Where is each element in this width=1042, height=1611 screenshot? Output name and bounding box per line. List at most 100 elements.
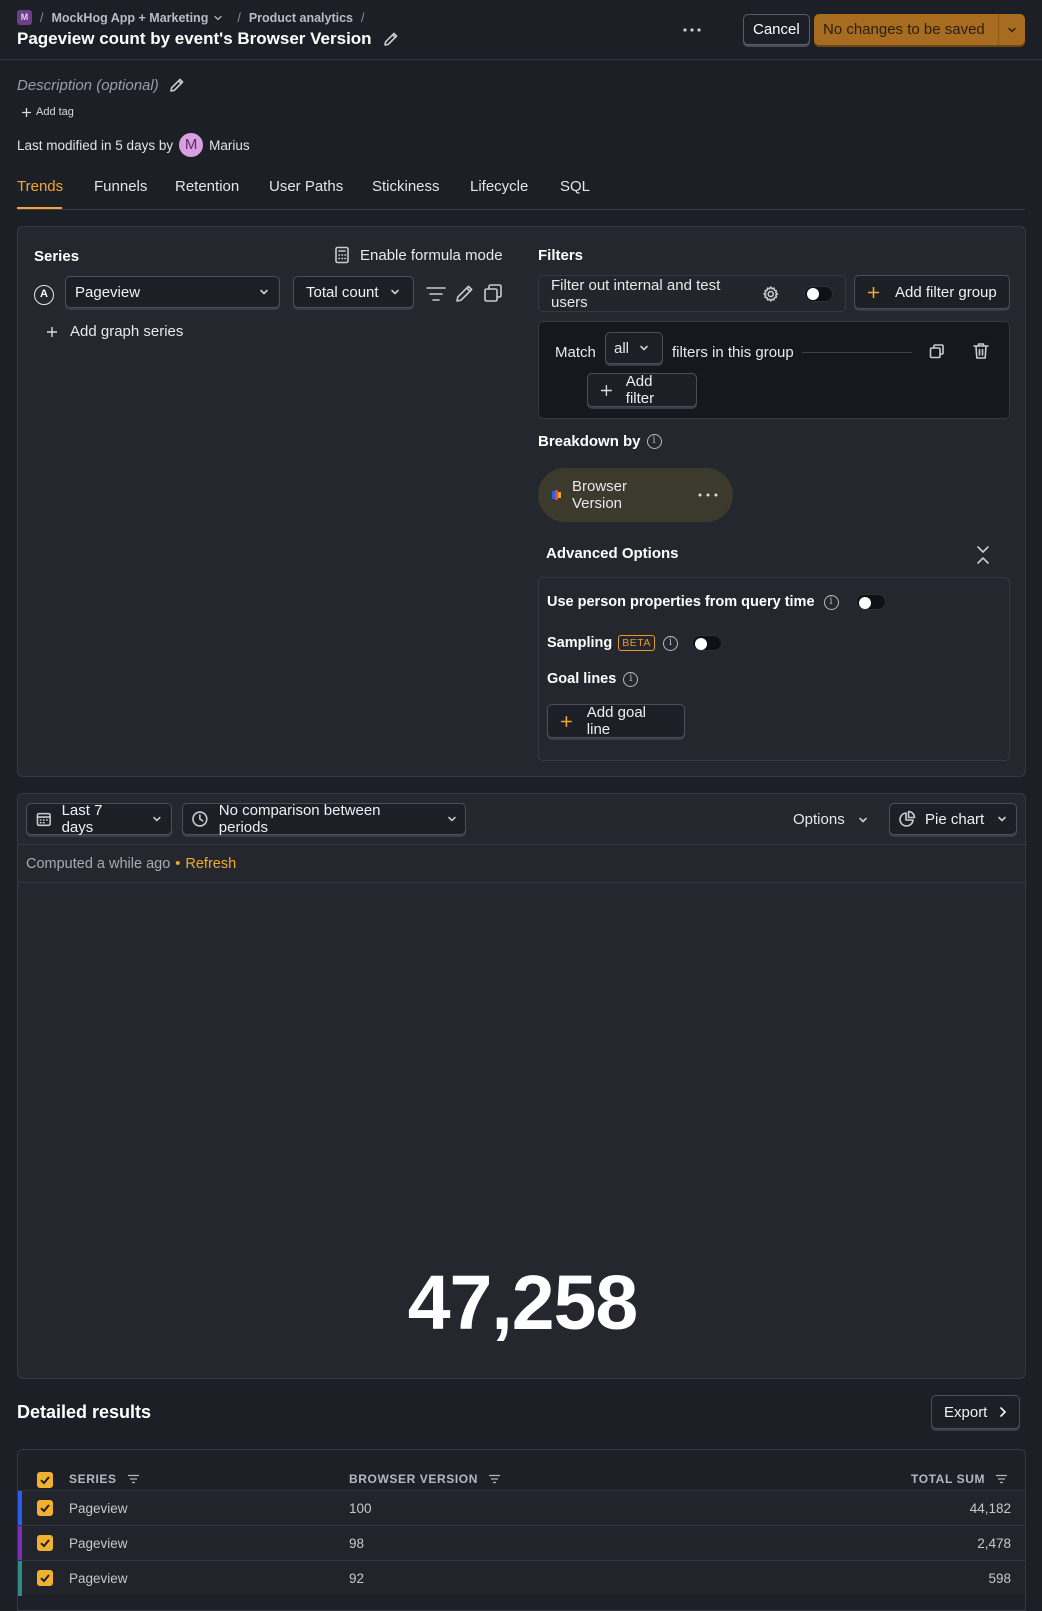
refresh-link[interactable]: Refresh (185, 856, 236, 872)
plus-icon (22, 107, 31, 117)
person-properties-option: Use person properties from query time i (547, 594, 886, 610)
info-icon[interactable]: i (662, 635, 678, 651)
row-checkbox[interactable] (37, 1570, 53, 1586)
insight-title[interactable]: Pageview count by event's Browser Versio… (17, 29, 372, 49)
chart-type-select[interactable]: Pie chart (889, 803, 1017, 835)
last-modified: Last modified in 5 days by M Marius (17, 133, 250, 157)
chevron-down-icon (1008, 27, 1016, 33)
match-select[interactable]: all (605, 332, 663, 364)
tab-retention[interactable]: Retention (175, 178, 239, 195)
add-tag-button[interactable]: Add tag (17, 103, 78, 121)
calculator-icon (335, 246, 349, 264)
save-button[interactable]: No changes to be saved (814, 14, 1025, 45)
collapse-advanced-button[interactable] (975, 545, 991, 565)
add-filter-group-label: Add filter group (895, 283, 997, 301)
breadcrumb-separator: / (40, 10, 44, 25)
export-button[interactable]: Export (931, 1395, 1021, 1429)
tab-user-paths[interactable]: User Paths (269, 178, 343, 195)
event-select[interactable]: Pageview (65, 276, 280, 308)
select-all-checkbox[interactable] (37, 1472, 53, 1488)
sort-icon (996, 1474, 1008, 1484)
table-row: Pageview 98 2,478 (18, 1525, 1025, 1561)
chevron-down-icon (391, 289, 399, 295)
column-header-series[interactable]: SERIES (69, 1472, 140, 1486)
clock-icon (192, 811, 208, 827)
sampling-toggle[interactable] (691, 635, 722, 651)
rename-series-button[interactable] (454, 282, 476, 304)
column-header-browser-version[interactable]: BROWSER VERSION (349, 1472, 501, 1486)
filter-group-suffix: filters in this group (672, 344, 794, 361)
chevron-down-icon (998, 816, 1007, 822)
advanced-options-title[interactable]: Advanced Options (546, 545, 679, 562)
series-color-bar (18, 1561, 22, 1596)
divider (18, 882, 1027, 883)
internal-users-toggle[interactable] (803, 285, 833, 302)
checkmark-icon (40, 1539, 50, 1548)
series-filter-button[interactable] (425, 284, 447, 304)
insight-results: Last 7 days No comparison between period… (17, 793, 1027, 1379)
tab-funnels[interactable]: Funnels (94, 178, 147, 195)
column-header-total-sum[interactable]: TOTAL SUM (911, 1472, 1008, 1486)
comparison-select[interactable]: No comparison between periods (182, 802, 466, 836)
goal-lines-label: Goal lines (547, 671, 617, 687)
cell-browser-version: 100 (349, 1501, 372, 1516)
info-icon[interactable]: i (823, 594, 839, 610)
delete-filter-group-button[interactable] (971, 341, 991, 361)
cancel-button[interactable]: Cancel (743, 14, 810, 45)
calendar-icon (36, 812, 51, 827)
series-color-bar (18, 1491, 22, 1526)
sort-icon (127, 1474, 139, 1484)
pie-chart-icon (899, 810, 916, 827)
breadcrumb-project[interactable]: MockHog App + Marketing (51, 11, 223, 25)
more-dots-icon[interactable] (697, 491, 719, 499)
description-placeholder: Description (optional) (17, 76, 159, 94)
description-field[interactable]: Description (optional) (17, 76, 186, 94)
options-button[interactable]: Options (793, 811, 868, 828)
query-editor: Series Enable formula mode A Pageview To… (17, 226, 1026, 777)
date-range-select[interactable]: Last 7 days (26, 802, 172, 836)
chevron-down-icon (448, 816, 456, 822)
tab-sql[interactable]: SQL (560, 178, 590, 195)
person-properties-toggle[interactable] (855, 594, 886, 610)
breakdown-title: Breakdown by (538, 433, 641, 450)
last-modified-text: Last modified in 5 days by (17, 137, 174, 153)
trash-icon (973, 343, 989, 359)
avatar: M (179, 133, 204, 157)
insight-type-tabs: Trends Funnels Retention User Paths Stic… (17, 176, 1025, 210)
tab-stickiness[interactable]: Stickiness (372, 178, 440, 195)
add-filter-group-button[interactable]: Add filter group (854, 275, 1010, 309)
gear-icon[interactable] (762, 285, 780, 303)
more-actions-button[interactable] (680, 18, 704, 42)
cell-series: Pageview (69, 1501, 128, 1516)
row-checkbox[interactable] (37, 1500, 53, 1516)
add-goal-line-button[interactable]: Add goal line (547, 704, 685, 738)
chevron-down-icon (214, 15, 222, 20)
save-options-dropdown[interactable] (998, 14, 1025, 45)
add-graph-series-button[interactable]: Add graph series (46, 323, 183, 340)
math-select-value: Total count (306, 283, 379, 301)
cell-total-sum: 44,182 (969, 1501, 1011, 1516)
pencil-icon[interactable] (168, 76, 186, 94)
math-select[interactable]: Total count (293, 276, 414, 308)
breadcrumb: M / MockHog App + Marketing / Product an… (17, 10, 365, 25)
cell-total-sum: 598 (988, 1571, 1011, 1586)
info-icon[interactable]: i (623, 671, 639, 687)
formula-mode-button[interactable]: Enable formula mode (334, 246, 503, 264)
table-row: Pageview 100 44,182 (18, 1490, 1025, 1526)
tab-trends[interactable]: Trends (17, 178, 63, 195)
project-badge: M (17, 10, 32, 25)
chevron-down-icon (153, 816, 161, 822)
active-tab-indicator (17, 207, 62, 209)
event-select-value: Pageview (75, 283, 141, 301)
sort-icon (489, 1474, 501, 1484)
breakdown-property-pill[interactable]: Browser Version (538, 468, 733, 522)
column-header-label: SERIES (69, 1472, 117, 1486)
duplicate-series-button[interactable] (482, 282, 504, 304)
tab-lifecycle[interactable]: Lifecycle (470, 178, 528, 195)
pencil-icon[interactable] (382, 30, 400, 48)
breadcrumb-section[interactable]: Product analytics (249, 11, 353, 25)
row-checkbox[interactable] (37, 1535, 53, 1551)
duplicate-filter-group-button[interactable] (928, 342, 946, 360)
info-icon[interactable]: i (646, 434, 662, 449)
add-filter-button[interactable]: Add filter (587, 373, 697, 407)
